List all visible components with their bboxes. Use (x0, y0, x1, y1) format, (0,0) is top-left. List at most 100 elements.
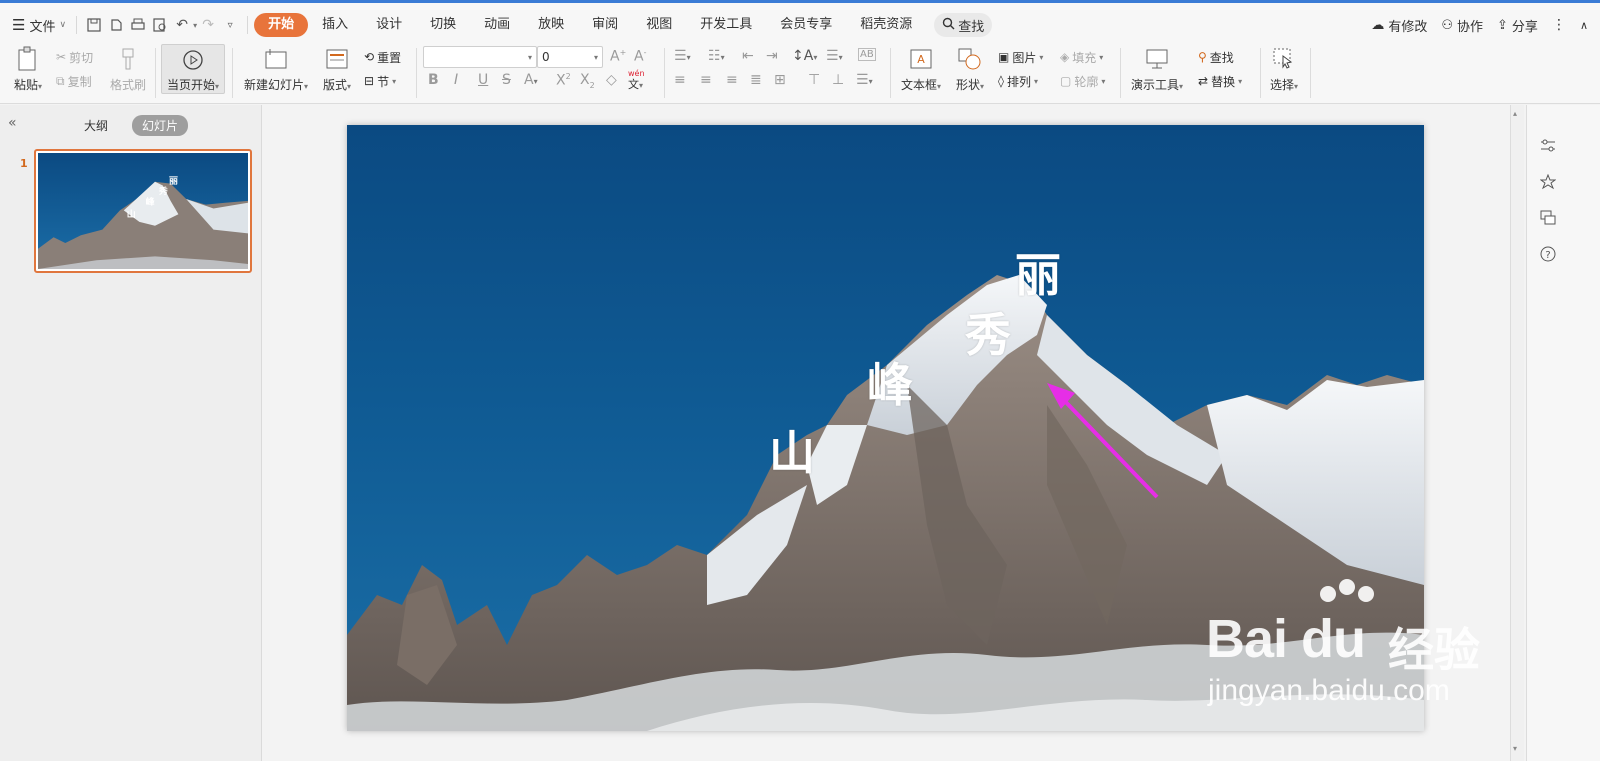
tab-7[interactable]: 视图 (632, 13, 686, 37)
help-icon[interactable]: ? (1537, 243, 1559, 265)
format-painter-button[interactable]: 格式刷 (108, 44, 148, 93)
align-middle-icon[interactable]: ⊥ (832, 72, 844, 88)
tab-5[interactable]: 放映 (524, 13, 578, 37)
slide-text-char-3[interactable]: 秀 (965, 299, 1011, 365)
align-left-icon[interactable]: ≡ (674, 72, 686, 88)
search-label: 查找 (958, 19, 985, 35)
italic-icon[interactable]: I (454, 72, 458, 88)
line-spacing-icon[interactable]: ☰▾ (826, 48, 843, 64)
customize-quick-access-icon[interactable]: ▿ (219, 14, 241, 36)
cut-button[interactable]: ✂ 剪切 (56, 48, 93, 66)
reset-button[interactable]: ⟲ 重置 (364, 48, 401, 66)
picture-label: 图片 (1012, 50, 1037, 65)
divider (1310, 48, 1311, 98)
tab-slides[interactable]: 幻灯片 (132, 115, 189, 136)
tab-2[interactable]: 设计 (362, 13, 416, 37)
arrange-button[interactable]: ◊ 排列 ▾ (998, 72, 1038, 90)
tab-outline[interactable]: 大纲 (74, 115, 118, 136)
select-button[interactable]: 选择▾ (1266, 44, 1302, 93)
outline-button[interactable]: ▢ 轮廓 ▾ (1060, 72, 1105, 90)
bold-icon[interactable]: B (428, 72, 439, 88)
tab-4[interactable]: 动画 (470, 13, 524, 37)
print-icon[interactable] (127, 14, 149, 36)
scroll-down-icon[interactable]: ▾ (1513, 744, 1517, 753)
find-button[interactable]: ⚲ 查找 (1198, 48, 1234, 66)
scroll-up-icon[interactable]: ▴ (1513, 109, 1517, 118)
share-button[interactable]: ⇪ 分享 (1497, 16, 1538, 35)
align-top-icon[interactable]: ⊤ (808, 72, 820, 88)
copy-button[interactable]: ⧉ 复制 (56, 72, 92, 90)
character-spacing-icon[interactable]: AB (858, 48, 876, 61)
tab-6[interactable]: 审阅 (578, 13, 632, 37)
tab-9[interactable]: 会员专享 (766, 13, 846, 37)
shape-button[interactable]: 形状▾ (952, 44, 988, 93)
presentation-tools-button[interactable]: 演示工具▾ (1128, 44, 1186, 93)
save-icon[interactable] (83, 14, 105, 36)
phonetic-guide-button[interactable]: wén 文▾ (628, 68, 645, 91)
slide-pane: « 大纲 幻灯片 1 山 峰 秀 丽 (0, 105, 262, 761)
user-icon: ⚇ (1441, 17, 1453, 33)
preview-icon[interactable] (149, 14, 171, 36)
paste-button[interactable]: 粘贴▾ (10, 44, 46, 93)
tab-3[interactable]: 切换 (416, 13, 470, 37)
play-from-current-button[interactable]: 当页开始▾ (161, 44, 225, 94)
columns-icon[interactable]: ☰▾ (856, 72, 873, 88)
format-painter-label: 格式刷 (109, 78, 146, 92)
tab-0[interactable]: 开始 (254, 13, 309, 37)
align-right-icon[interactable]: ≡ (726, 72, 738, 88)
collapse-ribbon-icon[interactable]: ∧ (1580, 19, 1588, 32)
text-direction-icon[interactable]: ↕A▾ (792, 48, 817, 64)
slides-icon[interactable] (1537, 207, 1559, 229)
tab-8[interactable]: 开发工具 (686, 13, 766, 37)
font-color-icon[interactable]: A▾ (524, 72, 538, 88)
decrease-indent-icon[interactable]: ⇤ (742, 48, 754, 64)
slide-thumbnail-image: 山 峰 秀 丽 (38, 153, 248, 269)
modified-status[interactable]: ☁ 有修改 (1371, 16, 1427, 35)
replace-button[interactable]: ⇄ 替换 ▾ (1198, 72, 1242, 90)
superscript-icon[interactable]: X2 (556, 72, 571, 89)
new-slide-icon (263, 46, 289, 72)
star-icon[interactable] (1537, 171, 1559, 193)
properties-icon[interactable] (1537, 135, 1559, 157)
tab-1[interactable]: 插入 (308, 13, 362, 37)
font-family-select[interactable]: ▾ (423, 46, 537, 68)
increase-indent-icon[interactable]: ⇥ (766, 48, 778, 64)
tab-10[interactable]: 稻壳资源 (846, 13, 926, 37)
layout-button[interactable]: 版式▾ (318, 44, 356, 93)
slide-text-char-1[interactable]: 山 (769, 417, 815, 483)
bullets-icon[interactable]: ☰▾ (674, 48, 691, 64)
chevron-down-icon: ▾ (527, 52, 532, 62)
search-button[interactable]: 查找 (934, 13, 993, 37)
slide-text-char-2[interactable]: 峰 (867, 349, 913, 415)
fill-button[interactable]: ◈ 填充 ▾ (1060, 48, 1103, 66)
clear-format-icon[interactable]: ◇ (606, 72, 617, 88)
slide-thumbnail[interactable]: 山 峰 秀 丽 (34, 149, 252, 273)
picture-button[interactable]: ▣ 图片 ▾ (998, 48, 1043, 66)
section-button[interactable]: ⊟ 节 ▾ (364, 72, 396, 90)
new-slide-button[interactable]: 新建幻灯片▾ (240, 44, 312, 93)
decrease-font-icon[interactable]: A- (634, 48, 646, 65)
slide-text-char-4[interactable]: 丽 (1015, 239, 1061, 305)
font-size-select[interactable]: 0 ▾ (537, 46, 603, 68)
increase-font-icon[interactable]: A+ (610, 48, 626, 65)
textbox-button[interactable]: A 文本框▾ (898, 44, 944, 93)
file-menu[interactable]: ☰ 文件 ∨ (8, 12, 70, 38)
underline-icon[interactable]: U (478, 72, 488, 88)
strikethrough-icon[interactable]: S (502, 72, 511, 88)
replace-label: 替换 (1211, 74, 1236, 89)
collab-button[interactable]: ⚇ 协作 (1441, 16, 1483, 35)
justify-icon[interactable]: ≣ (750, 72, 762, 88)
subscript-icon[interactable]: X2 (580, 72, 595, 90)
cloud-icon: ☁ (1371, 17, 1385, 33)
numbering-icon[interactable]: ☷▾ (708, 48, 725, 64)
more-options-icon[interactable]: ⋮ (1552, 17, 1566, 33)
print-preview-icon[interactable] (105, 14, 127, 36)
watermark-url: jingyan.baidu.com (1208, 674, 1450, 707)
undo-icon[interactable]: ↶ (171, 14, 193, 36)
select-label: 选择 (1269, 78, 1294, 92)
distribute-icon[interactable]: ⊞ (774, 72, 786, 88)
align-center-icon[interactable]: ≡ (700, 72, 712, 88)
redo-icon[interactable]: ↷ (197, 14, 219, 36)
divider (664, 48, 665, 98)
vertical-scrollbar[interactable]: ▴ ▾ (1510, 105, 1524, 761)
